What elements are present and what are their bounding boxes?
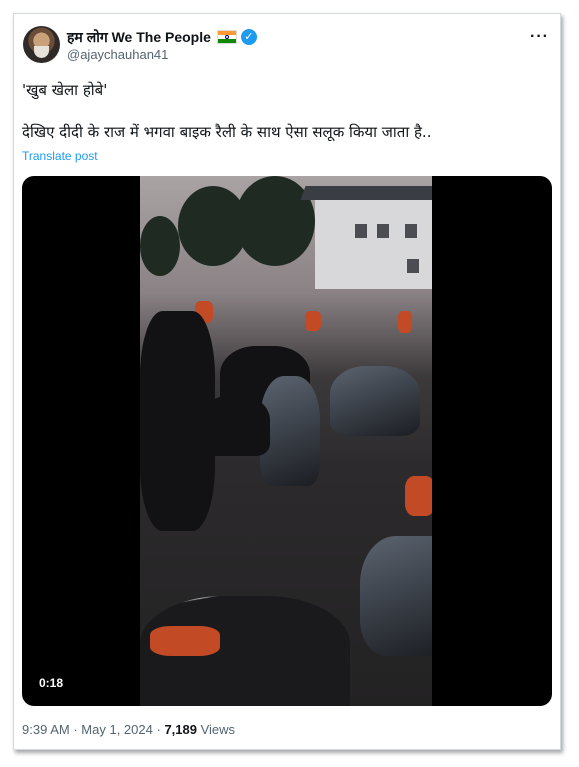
views-label: Views xyxy=(200,722,236,737)
verified-badge-icon[interactable]: ✓ xyxy=(240,29,257,45)
author-name[interactable]: हम लोग We The People xyxy=(67,28,211,46)
author-row: हम लोग We The People ✓ xyxy=(67,28,257,46)
avatar[interactable] xyxy=(23,26,60,63)
author-handle[interactable]: @ajaychauhan41 xyxy=(67,47,168,62)
video-frame xyxy=(140,176,432,706)
post-metadata: 9:39 AM · May 1, 2024 · 7,189 Views xyxy=(22,722,235,737)
meta-separator: · xyxy=(73,722,78,737)
tweet-card: हम लोग We The People ✓ @ajaychauhan41 ··… xyxy=(13,13,561,750)
video-duration: 0:18 xyxy=(34,674,69,692)
video-player[interactable]: 0:18 xyxy=(22,176,552,706)
post-time[interactable]: 9:39 AM xyxy=(22,722,70,737)
views-count: 7,189 xyxy=(164,722,197,737)
tweet-text-line-1: 'खुब खेला होबे' xyxy=(22,81,108,99)
india-flag-icon xyxy=(216,30,237,44)
post-date[interactable]: May 1, 2024 xyxy=(81,722,153,737)
more-options-icon[interactable]: ··· xyxy=(530,28,549,46)
building xyxy=(300,186,432,289)
tweet-text-line-2: देखिए दीदी के राज में भगवा बाइक रैली के … xyxy=(22,123,432,141)
meta-separator: · xyxy=(156,722,161,737)
translate-post-link[interactable]: Translate post xyxy=(22,149,98,163)
